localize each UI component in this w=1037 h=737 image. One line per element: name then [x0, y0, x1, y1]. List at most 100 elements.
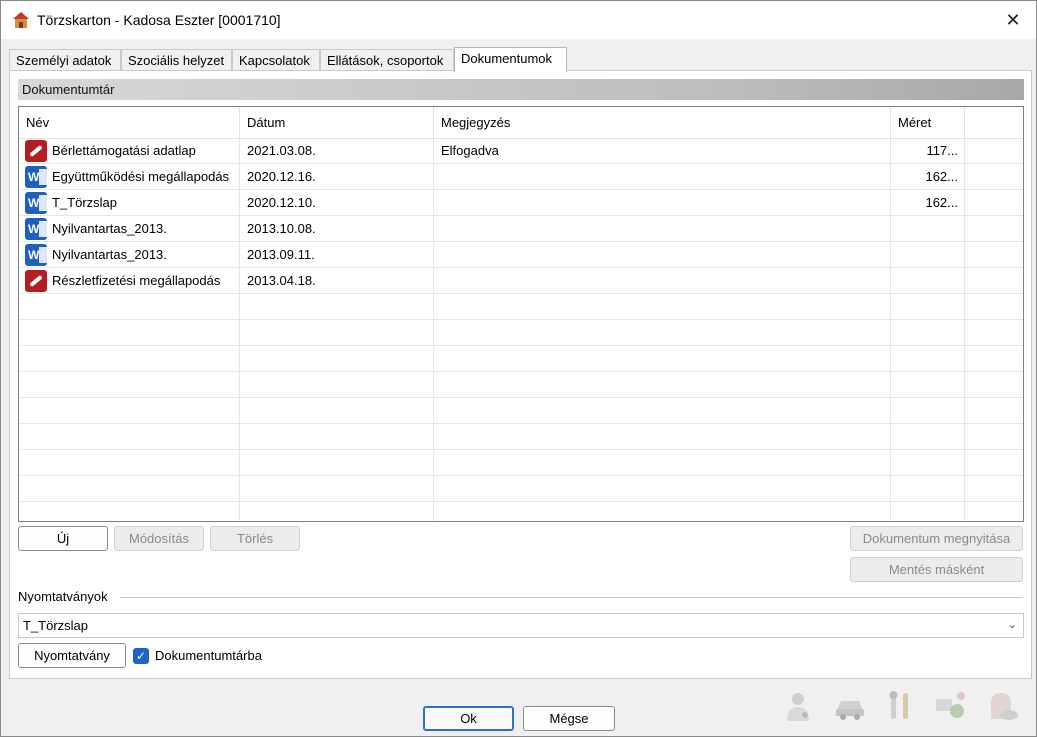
cell-date-text: 2020.12.16.: [247, 169, 316, 184]
cell-name: Részletfizetési megállapodás: [19, 268, 240, 293]
cell-size: [891, 294, 965, 319]
open-document-button[interactable]: Dokumentum megnyitása: [850, 526, 1023, 551]
empty-table-row: [19, 398, 1023, 424]
modify-button[interactable]: Módosítás: [114, 526, 204, 551]
cell-date: [240, 346, 434, 371]
cell-date-text: 2021.03.08.: [247, 143, 316, 158]
word-icon: W: [25, 166, 47, 188]
cell-size: 162...: [891, 164, 965, 189]
cell-filler: [965, 424, 1023, 449]
house-app-icon: [13, 12, 29, 28]
forms-group-label: Nyomtatványok: [18, 589, 112, 604]
to-library-label[interactable]: Dokumentumtárba: [155, 648, 262, 664]
cell-date: 2021.03.08.: [240, 138, 434, 163]
table-header: Név Dátum Megjegyzés Méret: [19, 107, 1023, 139]
cell-name: [19, 398, 240, 423]
cell-date: [240, 294, 434, 319]
table-row[interactable]: T_Törzslap W 2020.12.10. 162...: [19, 190, 1023, 216]
tools-icon[interactable]: [883, 689, 917, 723]
column-header-date[interactable]: Dátum: [240, 107, 434, 138]
documents-panel: Dokumentumtár Név Dátum Megjegyzés Méret…: [9, 70, 1032, 679]
cell-date: [240, 450, 434, 475]
doctor-icon[interactable]: [781, 689, 815, 723]
column-header-note[interactable]: Megjegyzés: [434, 107, 891, 138]
cell-date: [240, 424, 434, 449]
delete-button[interactable]: Törlés: [210, 526, 300, 551]
document-library-header: Dokumentumtár: [18, 79, 1024, 100]
cell-size: [891, 450, 965, 475]
cell-date: 2020.12.10.: [240, 190, 434, 215]
cell-name-text: T_Törzslap: [52, 195, 118, 210]
cell-date-text: 2020.12.10.: [247, 195, 316, 210]
table-row[interactable]: Nyilvantartas_2013. W 2013.10.08.: [19, 216, 1023, 242]
pdf-icon: [25, 270, 47, 292]
column-header-name[interactable]: Név: [19, 107, 240, 138]
document-table[interactable]: Név Dátum Megjegyzés Méret Bérlettámogat…: [18, 106, 1024, 522]
tab-documents[interactable]: Dokumentumok: [454, 47, 567, 72]
cell-date: 2013.10.08.: [240, 216, 434, 241]
cell-size: [891, 476, 965, 501]
cell-name: Nyilvantartas_2013. W: [19, 216, 240, 241]
cell-filler: [965, 216, 1023, 241]
cell-name: Együttműködési megállapodás W: [19, 164, 240, 189]
column-header-size[interactable]: Méret: [891, 107, 965, 138]
cell-size: [891, 320, 965, 345]
cell-name: Nyilvantartas_2013. W: [19, 242, 240, 267]
tab-social-situation[interactable]: Szociális helyzet: [121, 49, 232, 70]
table-row[interactable]: Bérlettámogatási adatlap 2021.03.08. Elfog…: [19, 138, 1023, 164]
cell-note: Elfogadva: [434, 138, 891, 163]
cell-size: 162...: [891, 190, 965, 215]
tab-contacts[interactable]: Kapcsolatok: [232, 49, 320, 70]
cell-note-text: Elfogadva: [441, 143, 499, 158]
cell-name: [19, 372, 240, 397]
cell-size: 117...: [891, 138, 965, 163]
cell-name-text: Nyilvantartas_2013.: [52, 247, 167, 262]
form-select[interactable]: T_Törzslap ⌄: [18, 613, 1024, 638]
cell-filler: [965, 476, 1023, 501]
cell-filler: [965, 242, 1023, 267]
empty-table-row: [19, 424, 1023, 450]
title-bar: Törzskarton - Kadosa Eszter [0001710] ✕: [1, 1, 1036, 39]
cell-size: [891, 346, 965, 371]
table-row[interactable]: Nyilvantartas_2013. W 2013.09.11.: [19, 242, 1023, 268]
cell-note: [434, 476, 891, 501]
cell-name-text: Nyilvantartas_2013.: [52, 221, 167, 236]
new-button[interactable]: Új: [18, 526, 108, 551]
table-row[interactable]: Részletfizetési megállapodás 2013.04.18.: [19, 268, 1023, 294]
empty-table-row: [19, 476, 1023, 502]
empty-table-row: [19, 320, 1023, 346]
services-icon[interactable]: [933, 689, 967, 723]
to-library-checkbox[interactable]: ✓: [133, 648, 149, 664]
cell-note: [434, 346, 891, 371]
cell-filler: [965, 294, 1023, 319]
save-as-button[interactable]: Mentés másként: [850, 557, 1023, 582]
table-row[interactable]: Együttműködési megállapodás W 2020.12.16. 1…: [19, 164, 1023, 190]
form-select-value: T_Törzslap: [23, 618, 89, 633]
cell-note: [434, 502, 891, 521]
group-divider: [120, 597, 1023, 598]
empty-table-row: [19, 294, 1023, 320]
ok-button[interactable]: Ok: [423, 706, 514, 731]
tab-services-groups[interactable]: Ellátások, csoportok: [320, 49, 454, 70]
empty-table-row: [19, 502, 1023, 521]
tab-personal-data[interactable]: Személyi adatok: [9, 49, 121, 70]
cell-note: [434, 190, 891, 215]
cell-date: 2020.12.16.: [240, 164, 434, 189]
cell-note: [434, 372, 891, 397]
cancel-button[interactable]: Mégse: [523, 706, 615, 731]
cell-name: [19, 476, 240, 501]
print-form-button[interactable]: Nyomtatvány: [18, 643, 126, 668]
word-icon: W: [25, 192, 47, 214]
cell-filler: [965, 346, 1023, 371]
cell-date: [240, 372, 434, 397]
car-icon[interactable]: [833, 689, 867, 723]
cell-name: [19, 424, 240, 449]
ghost-icon[interactable]: [985, 689, 1019, 723]
close-button[interactable]: ✕: [1000, 7, 1026, 33]
window-title: Törzskarton - Kadosa Eszter [0001710]: [37, 12, 281, 28]
empty-table-row: [19, 450, 1023, 476]
chevron-down-icon: ⌄: [1007, 619, 1017, 631]
close-icon: ✕: [1005, 10, 1021, 30]
cell-note: [434, 398, 891, 423]
cell-name: [19, 346, 240, 371]
